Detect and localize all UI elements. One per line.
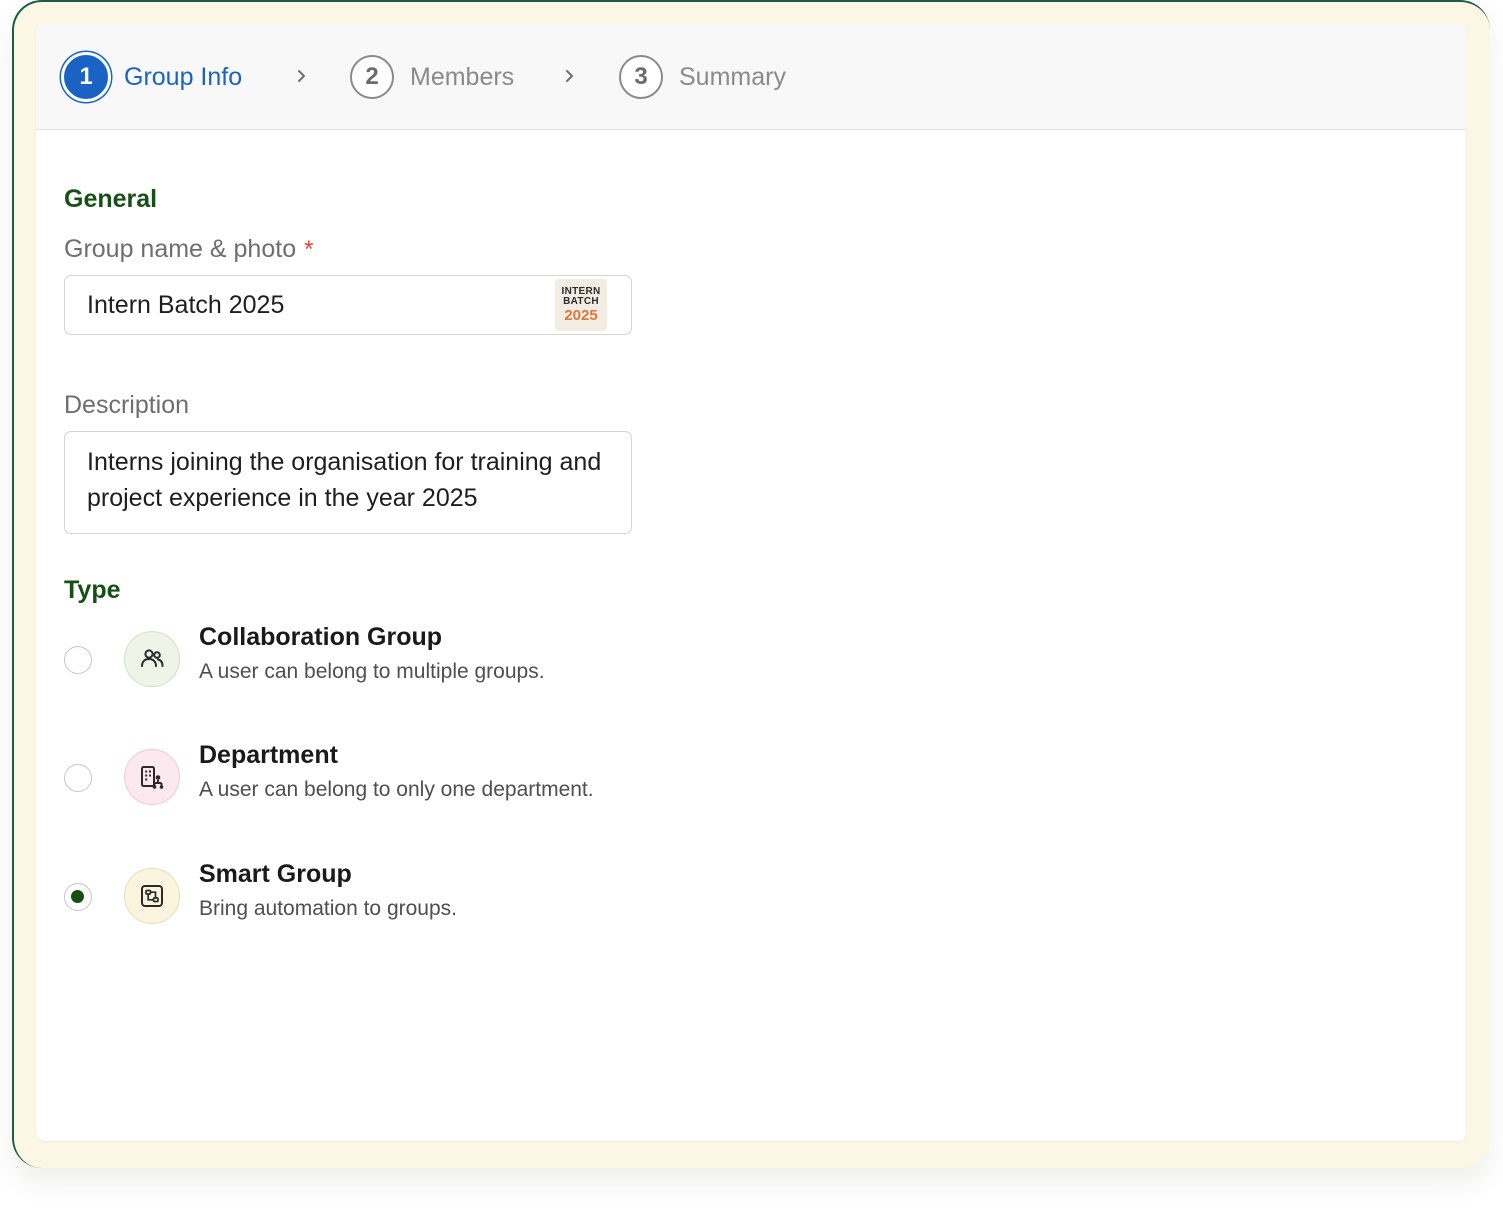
type-title: Department [199, 741, 338, 769]
group-name-input[interactable]: Intern Batch 2025 INTERN BATCH 2025 [64, 275, 632, 335]
type-title: Collaboration Group [199, 623, 443, 651]
group-name-value: Intern Batch 2025 [87, 291, 285, 319]
group-name-label: Group name & photo * [64, 235, 313, 264]
step-summary[interactable]: 3 Summary [619, 52, 786, 102]
group-photo-line2: BATCH [563, 296, 599, 307]
group-photo[interactable]: INTERN BATCH 2025 [555, 279, 607, 331]
section-title-type: Type [64, 576, 121, 604]
radio-department[interactable] [64, 764, 92, 792]
type-option-collaboration[interactable]: Collaboration Group A user can belong to… [64, 623, 764, 689]
chevron-right-icon [298, 70, 305, 82]
group-photo-line3: 2025 [564, 307, 598, 324]
department-building-icon [124, 749, 180, 805]
step-number: 3 [619, 55, 663, 99]
chevron-right-icon [566, 70, 573, 82]
type-title: Smart Group [199, 860, 352, 888]
required-mark: * [304, 236, 314, 263]
step-number: 2 [350, 55, 394, 99]
description-textarea[interactable]: Interns joining the organisation for tra… [64, 431, 632, 534]
description-label: Description [64, 391, 190, 419]
type-description: A user can belong to multiple groups. [199, 660, 545, 683]
users-icon [124, 631, 180, 687]
group-name-label-text: Group name & photo [64, 235, 297, 263]
section-title-general: General [64, 185, 158, 213]
step-label: Members [410, 62, 515, 91]
stepper: 1 Group Info 2 Members 3 Summary [36, 24, 1466, 130]
type-description: Bring automation to groups. [199, 897, 457, 920]
type-description: A user can belong to only one department… [199, 778, 594, 801]
type-option-department[interactable]: Department A user can belong to only one… [64, 741, 764, 807]
step-label: Group Info [124, 62, 243, 91]
type-option-smart-group[interactable]: Smart Group Bring automation to groups. [64, 860, 764, 926]
automation-icon [124, 868, 180, 924]
radio-smart-group[interactable] [64, 883, 92, 911]
radio-collaboration[interactable] [64, 646, 92, 674]
step-number: 1 [64, 55, 108, 99]
create-group-card: 1 Group Info 2 Members 3 Summary General… [36, 24, 1466, 1141]
step-members[interactable]: 2 Members [350, 52, 514, 102]
step-label: Summary [679, 62, 786, 91]
step-group-info[interactable]: 1 Group Info [64, 52, 242, 102]
